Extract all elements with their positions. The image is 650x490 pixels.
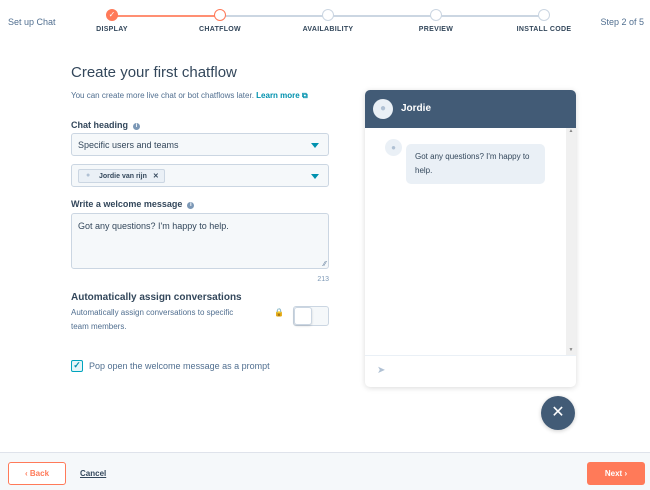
next-button[interactable]: Next ›	[587, 462, 645, 485]
agent-name: Jordie	[401, 103, 432, 114]
toggle-knob	[294, 307, 312, 325]
chat-header: ● Jordie	[365, 90, 576, 128]
step-label: PREVIEW	[418, 26, 454, 33]
info-icon[interactable]: i	[187, 202, 195, 209]
chat-heading-select[interactable]: Specific users and teams	[71, 133, 329, 156]
chat-scrollbar[interactable]: ▲ ▼	[566, 128, 576, 355]
chevron-down-icon	[311, 174, 319, 179]
textarea-value: Got any questions? I'm happy to help.	[78, 221, 229, 231]
page-title: Create your first chatflow	[71, 64, 237, 81]
next-label: Next	[604, 469, 623, 478]
user-multiselect[interactable]: ● Jordie van rijn ✕	[71, 164, 329, 187]
step-circle	[430, 9, 442, 21]
footer: ‹ Back Cancel Next ›	[0, 452, 650, 490]
step-label: INSTALL CODE	[516, 26, 572, 33]
step-circle	[322, 9, 334, 21]
step-counter: Step 2 of 5	[600, 17, 644, 27]
label-text: Chat heading	[71, 120, 129, 130]
step-label: DISPLAY	[96, 26, 128, 33]
select-value: Specific users and teams	[78, 140, 179, 150]
welcome-label: Write a welcome message i	[71, 199, 195, 209]
check-icon: ✓	[106, 9, 118, 21]
chat-preview: ● Jordie ▲ ▼ ● Got any questions? I'm hap…	[365, 90, 576, 387]
welcome-textarea[interactable]: Got any questions? I'm happy to help. ⁄⁄	[71, 213, 329, 269]
chevron-right-icon: ›	[624, 469, 628, 478]
progress-line-pending	[220, 15, 544, 17]
subtitle: You can create more live chat or bot cha…	[71, 91, 308, 101]
step-circle	[214, 9, 226, 21]
close-icon: ✕	[551, 404, 565, 421]
step-label: CHATFLOW	[199, 26, 241, 33]
tag-label: Jordie van rijn	[99, 173, 147, 180]
back-button[interactable]: ‹ Back	[8, 462, 66, 485]
user-icon: ●	[86, 172, 91, 179]
info-icon[interactable]: i	[133, 123, 141, 130]
avatar: ●	[373, 99, 393, 119]
chat-bubble: Got any questions? I'm happy to help.	[406, 144, 545, 184]
avatar: ●	[385, 139, 402, 156]
popup-label[interactable]: Pop open the welcome message as a prompt	[89, 361, 270, 371]
chat-input[interactable]: ➤	[365, 355, 576, 387]
step-circle	[538, 9, 550, 21]
char-count: 213	[317, 276, 329, 283]
chevron-down-icon	[311, 143, 319, 148]
auto-assign-title: Automatically assign conversations	[71, 292, 242, 303]
popup-checkbox[interactable]: ✓	[71, 360, 83, 372]
setup-title: Set up Chat	[8, 17, 56, 27]
lock-icon: 🔒	[274, 308, 284, 317]
chat-heading-label: Chat heading i	[71, 120, 141, 130]
subtitle-text: You can create more live chat or bot cha…	[71, 91, 254, 100]
auto-assign-desc: Automatically assign conversations to sp…	[71, 308, 234, 331]
back-label: Back	[29, 469, 50, 478]
cancel-link[interactable]: Cancel	[80, 469, 106, 478]
resize-handle-icon[interactable]: ⁄⁄	[324, 261, 326, 268]
learn-more-text: Learn more	[256, 91, 300, 100]
user-tag: ● Jordie van rijn ✕	[78, 169, 165, 183]
remove-tag-icon[interactable]: ✕	[153, 173, 159, 180]
external-link-icon: ⧉	[301, 91, 308, 100]
progress-line-complete	[112, 15, 220, 17]
learn-more-link[interactable]: Learn more ⧉	[256, 91, 308, 100]
auto-assign-toggle[interactable]	[293, 306, 329, 326]
label-text: Write a welcome message	[71, 199, 183, 209]
chevron-left-icon: ‹	[24, 469, 28, 478]
close-chat-button[interactable]: ✕	[541, 396, 575, 430]
step-label: AVAILABILITY	[302, 26, 354, 33]
send-icon[interactable]: ➤	[377, 365, 385, 376]
